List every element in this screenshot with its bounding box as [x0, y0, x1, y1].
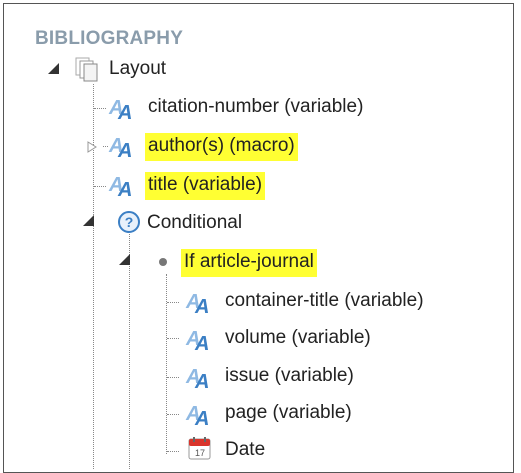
tree-item-label: title (variable) [145, 172, 266, 200]
tree-connector [167, 451, 179, 452]
variable-text-icon: A A [185, 403, 209, 427]
calendar-date-number: 17 [195, 448, 205, 458]
svg-text:A: A [194, 333, 209, 352]
tree-item-authors[interactable]: author(s) (macro) [145, 132, 298, 162]
tree-connector [94, 108, 106, 109]
bullet-icon [159, 258, 167, 266]
variable-text-icon: A A [185, 291, 209, 315]
tree-item-label: If article-journal [181, 249, 317, 277]
tree-item-layout[interactable]: Layout [106, 55, 169, 85]
tree-item-citation-number[interactable]: citation-number (variable) [145, 93, 366, 123]
expanded-toggle-icon[interactable] [118, 253, 130, 265]
tree-item-label: citation-number (variable) [148, 96, 364, 117]
svg-text:A: A [117, 102, 132, 121]
layout-pages-icon [75, 57, 98, 82]
calendar-icon: 17 [188, 437, 211, 460]
tree-item-label: Date [225, 439, 266, 460]
tree-item-volume[interactable]: volume (variable) [222, 324, 374, 354]
section-title: BIBLIOGRAPHY [35, 28, 184, 49]
tree-item-title[interactable]: title (variable) [145, 171, 266, 201]
tree-item-if-article-journal[interactable]: If article-journal [181, 248, 317, 278]
variable-text-icon: A A [108, 97, 132, 121]
tree-item-container-title[interactable]: container-title (variable) [222, 287, 427, 317]
variable-text-icon: A A [108, 174, 132, 198]
tree-connector [94, 186, 106, 187]
tree-connector [166, 274, 167, 454]
variable-text-icon: A A [108, 135, 132, 159]
tree-item-date[interactable]: Date [222, 436, 268, 466]
svg-text:A: A [194, 408, 209, 427]
tree-item-label: issue (variable) [225, 365, 354, 386]
tree-item-label: Conditional [147, 212, 243, 233]
svg-text:A: A [117, 140, 132, 159]
tree-item-label: container-title (variable) [225, 290, 424, 311]
tree-connector [167, 414, 179, 415]
tree-item-page[interactable]: page (variable) [222, 399, 355, 429]
question-circle-icon: ? [118, 211, 140, 233]
tree-item-label: page (variable) [225, 402, 352, 423]
tree-item-issue[interactable]: issue (variable) [222, 362, 357, 392]
tree-connector [129, 234, 130, 469]
svg-text:A: A [117, 179, 132, 198]
svg-text:?: ? [125, 214, 134, 230]
tree-item-label: Layout [109, 58, 167, 79]
tree-item-label: author(s) (macro) [145, 133, 298, 161]
tree-panel: BIBLIOGRAPHY Layout A A citation-number … [3, 3, 514, 473]
tree-connector [167, 338, 179, 339]
tree-connector [167, 302, 179, 303]
variable-text-icon: A A [185, 328, 209, 352]
variable-text-icon: A A [185, 366, 209, 390]
expanded-toggle-icon[interactable] [47, 62, 59, 74]
collapsed-toggle-icon[interactable] [86, 141, 98, 153]
tree-connector [167, 377, 179, 378]
svg-text:A: A [194, 371, 209, 390]
expanded-toggle-icon[interactable] [82, 214, 94, 226]
tree-item-conditional[interactable]: Conditional [144, 209, 245, 239]
svg-text:A: A [194, 296, 209, 315]
tree-item-label: volume (variable) [225, 327, 371, 348]
